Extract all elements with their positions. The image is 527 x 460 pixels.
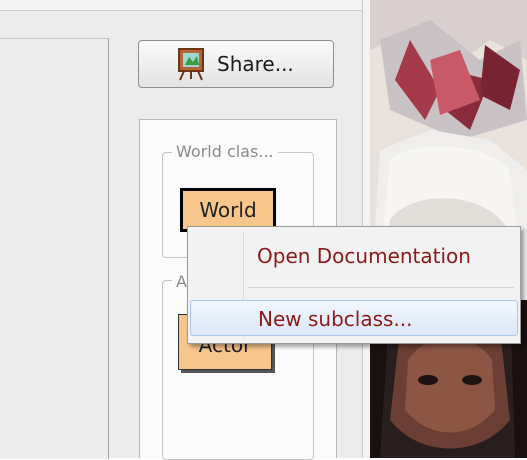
menu-item-open-documentation[interactable]: Open Documentation xyxy=(190,238,518,274)
window-top-edge xyxy=(0,0,370,11)
world-classes-title: World clas... xyxy=(172,142,278,161)
share-button[interactable]: Share... xyxy=(138,40,334,88)
world-view-area[interactable] xyxy=(0,38,109,459)
context-menu: Open Documentation New subclass... xyxy=(187,226,521,344)
context-menu-separator xyxy=(248,287,514,288)
easel-icon xyxy=(177,47,205,81)
menu-item-new-subclass[interactable]: New subclass... xyxy=(190,300,518,336)
share-button-label: Share... xyxy=(217,52,294,76)
